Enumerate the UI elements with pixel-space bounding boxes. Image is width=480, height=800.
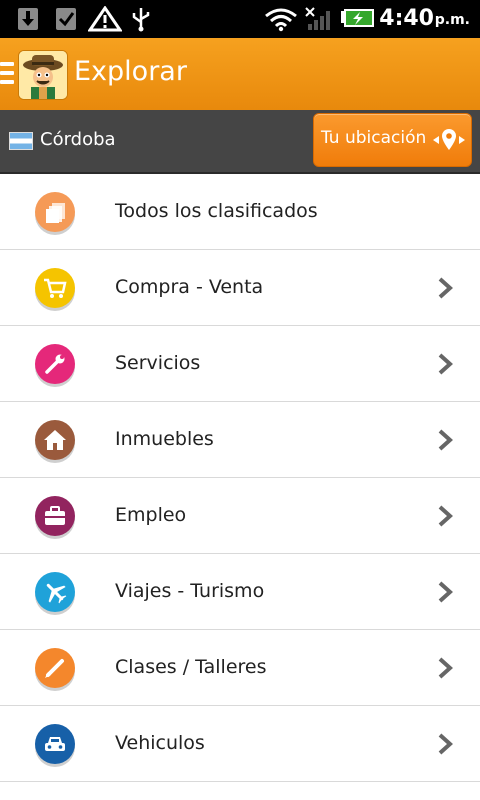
chevron-right-icon (438, 277, 453, 299)
signal-icon (305, 7, 330, 30)
app-logo[interactable] (18, 50, 68, 100)
explorer-mascot-icon (19, 51, 67, 99)
chevron-right-icon (438, 581, 453, 603)
city-label[interactable]: Córdoba (40, 129, 116, 150)
category-label: Compra - Venta (115, 276, 264, 298)
argentina-flag-icon (9, 132, 33, 150)
category-item-vehiculos[interactable]: Vehiculos (0, 706, 480, 782)
category-label: Clases / Talleres (115, 656, 267, 678)
location-pin-icon (433, 129, 465, 150)
category-label: Empleo (115, 504, 187, 526)
menu-icon[interactable] (0, 62, 14, 88)
usb-icon (132, 8, 150, 32)
download-icon (18, 8, 38, 30)
app-bar: Explorar (0, 38, 480, 110)
category-item-clases-talleres[interactable]: Clases / Talleres (0, 630, 480, 706)
category-label: Vehiculos (115, 732, 205, 754)
location-bar: Córdoba Tu ubicación (0, 110, 480, 174)
category-label: Servicios (115, 352, 201, 374)
category-item-viajes-turismo[interactable]: Viajes - Turismo (0, 554, 480, 630)
chevron-right-icon (438, 505, 453, 527)
cart-icon (35, 268, 75, 308)
page-title: Explorar (74, 56, 187, 87)
status-bar: 4:40 p.m. (0, 0, 480, 38)
battery-icon (341, 9, 374, 27)
my-location-label: Tu ubicación (321, 128, 427, 148)
category-label: Viajes - Turismo (115, 580, 265, 602)
chevron-right-icon (438, 657, 453, 679)
house-icon (35, 420, 75, 460)
car-icon (35, 724, 75, 764)
chevron-right-icon (438, 429, 453, 451)
airplane-icon (35, 572, 75, 612)
chevron-right-icon (438, 733, 453, 755)
wrench-icon (35, 344, 75, 384)
category-item-inmuebles[interactable]: Inmuebles (0, 402, 480, 478)
category-item-empleo[interactable]: Empleo (0, 478, 480, 554)
pencil-icon (35, 648, 75, 688)
wifi-icon (265, 8, 297, 32)
warning-icon (88, 6, 122, 32)
clock-time: 4:40 (379, 6, 434, 31)
category-label: Inmuebles (115, 428, 214, 450)
check-icon (56, 8, 76, 30)
briefcase-icon (35, 496, 75, 536)
stack-icon (35, 192, 75, 232)
category-item-compra-venta[interactable]: Compra - Venta (0, 250, 480, 326)
category-list: Todos los clasificados Compra - Venta Se… (0, 174, 480, 782)
my-location-button[interactable]: Tu ubicación (313, 113, 472, 167)
clock-ampm: p.m. (434, 12, 470, 28)
chevron-right-icon (438, 353, 453, 375)
category-item-servicios[interactable]: Servicios (0, 326, 480, 402)
category-item-todos[interactable]: Todos los clasificados (0, 174, 480, 250)
category-label: Todos los clasificados (115, 200, 318, 222)
